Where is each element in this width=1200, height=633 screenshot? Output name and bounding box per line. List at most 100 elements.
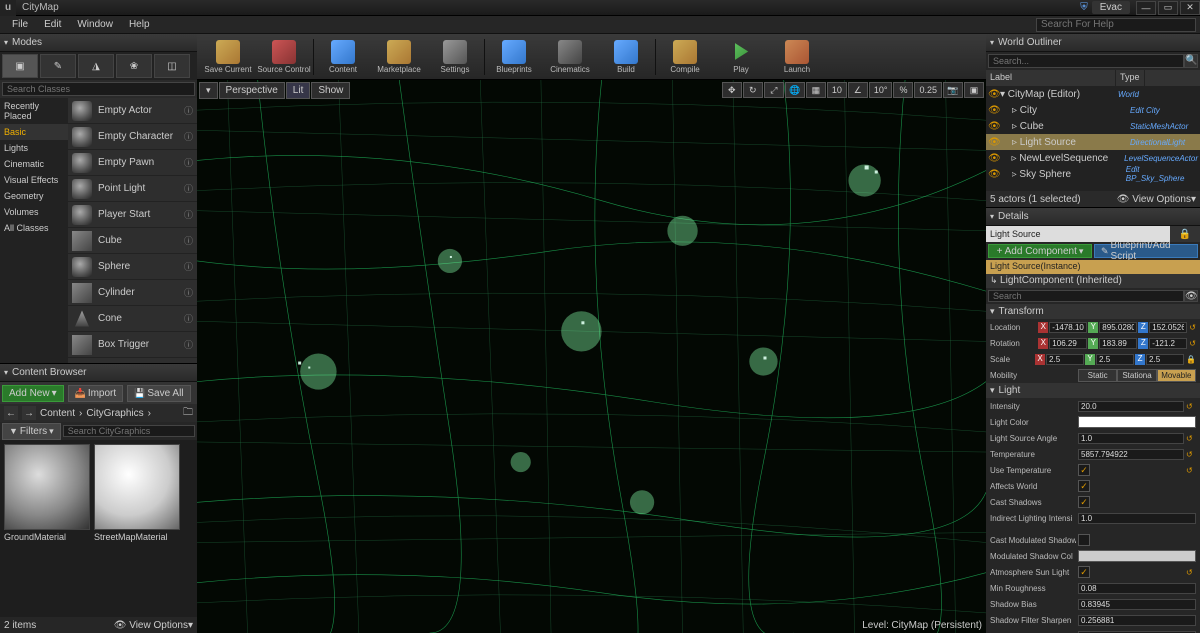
- menu-file[interactable]: File: [4, 19, 36, 30]
- marketplace-button[interactable]: Marketplace: [372, 36, 426, 78]
- loc-z[interactable]: [1149, 322, 1187, 333]
- content-button[interactable]: Content: [316, 36, 370, 78]
- cat-recent[interactable]: Recently Placed: [0, 98, 68, 124]
- scale-snap-value[interactable]: 0.25: [914, 82, 942, 98]
- folder-tree-icon[interactable]: 🗀: [183, 405, 193, 422]
- loc-x[interactable]: [1049, 322, 1087, 333]
- foliage-mode-icon[interactable]: ❀: [116, 54, 152, 78]
- cat-basic[interactable]: Basic: [0, 124, 68, 140]
- affects-world-checkbox[interactable]: [1078, 480, 1090, 492]
- perspective-button[interactable]: Perspective: [219, 82, 285, 99]
- details-options-icon[interactable]: 👁: [1184, 290, 1198, 302]
- component-instance[interactable]: Light Source(Instance): [986, 260, 1200, 274]
- item-empty-pawn[interactable]: Empty Pawnⓘ: [68, 150, 197, 176]
- source-angle-input[interactable]: [1078, 433, 1184, 444]
- cast-shadows-checkbox[interactable]: [1078, 496, 1090, 508]
- settings-button[interactable]: Settings: [428, 36, 482, 78]
- item-sphere[interactable]: Sphereⓘ: [68, 254, 197, 280]
- cat-volumes[interactable]: Volumes: [0, 204, 68, 220]
- outliner-row[interactable]: 👁▹ NewLevelSequenceLevelSequenceActor: [986, 150, 1200, 166]
- add-new-button[interactable]: Add New▾: [2, 385, 64, 402]
- item-empty-actor[interactable]: Empty Actorⓘ: [68, 98, 197, 124]
- show-button[interactable]: Show: [311, 82, 350, 99]
- grid-snap-value[interactable]: 10: [827, 82, 847, 98]
- item-player-start[interactable]: Player Startⓘ: [68, 202, 197, 228]
- landscape-mode-icon[interactable]: ◮: [78, 54, 114, 78]
- compile-button[interactable]: Compile: [658, 36, 712, 78]
- menu-edit[interactable]: Edit: [36, 19, 69, 30]
- outliner-search-input[interactable]: [988, 54, 1184, 68]
- col-label[interactable]: Label: [986, 70, 1116, 86]
- save-current-button[interactable]: Save Current: [201, 36, 255, 78]
- cinematics-button[interactable]: Cinematics: [543, 36, 597, 78]
- use-temp-checkbox[interactable]: [1078, 464, 1090, 476]
- search-classes-input[interactable]: [2, 82, 195, 96]
- place-mode-icon[interactable]: ▣: [2, 54, 38, 78]
- temperature-input[interactable]: [1078, 449, 1184, 460]
- transform-move-icon[interactable]: ✥: [722, 82, 742, 98]
- play-button[interactable]: Play: [714, 36, 768, 78]
- outliner-row[interactable]: 👁▹ Light SourceDirectionalLight: [986, 134, 1200, 150]
- coord-space-icon[interactable]: 🌐: [785, 82, 805, 98]
- close-button[interactable]: ✕: [1180, 1, 1200, 15]
- outliner-row[interactable]: 👁▹ CubeStaticMeshActor: [986, 118, 1200, 134]
- maximize-viewport-icon[interactable]: ▣: [964, 82, 984, 98]
- transform-rotate-icon[interactable]: ↻: [743, 82, 763, 98]
- scl-y[interactable]: [1096, 354, 1134, 365]
- nav-fwd-icon[interactable]: →: [22, 406, 36, 420]
- geometry-mode-icon[interactable]: ◫: [154, 54, 190, 78]
- item-cone[interactable]: Coneⓘ: [68, 306, 197, 332]
- scale-snap-icon[interactable]: %: [893, 82, 913, 98]
- item-empty-character[interactable]: Empty Characterⓘ: [68, 124, 197, 150]
- shadow-bias-input[interactable]: [1078, 599, 1196, 610]
- col-type[interactable]: Type: [1116, 70, 1145, 86]
- item-box-trigger[interactable]: Box Triggerⓘ: [68, 332, 197, 358]
- minimize-button[interactable]: —: [1136, 1, 1156, 15]
- item-cylinder[interactable]: Cylinderⓘ: [68, 280, 197, 306]
- intensity-input[interactable]: [1078, 401, 1184, 412]
- angle-snap-icon[interactable]: ∠: [848, 82, 868, 98]
- angle-snap-value[interactable]: 10°: [869, 82, 893, 98]
- filter-sharpen-input[interactable]: [1078, 615, 1196, 626]
- path-folder[interactable]: CityGraphics: [86, 408, 143, 419]
- mobility-toggle[interactable]: StaticStationaMovable: [1078, 369, 1196, 382]
- outliner-row[interactable]: 👁▾ CityMap (Editor)World: [986, 86, 1200, 102]
- atmo-checkbox[interactable]: [1078, 566, 1090, 578]
- source-control-button[interactable]: Source Control: [257, 36, 311, 78]
- mod-color-swatch[interactable]: [1078, 550, 1196, 562]
- save-all-button[interactable]: 💾 Save All: [127, 385, 190, 402]
- viewport[interactable]: ▾ Perspective Lit Show ✥ ↻ ⤢ 🌐 ▦ 10 ∠ 10…: [197, 80, 986, 633]
- blueprints-button[interactable]: Blueprints: [487, 36, 541, 78]
- cat-vfx[interactable]: Visual Effects: [0, 172, 68, 188]
- cast-mod-checkbox[interactable]: [1078, 534, 1090, 546]
- path-content[interactable]: Content: [40, 408, 75, 419]
- section-transform[interactable]: ▾ Transform: [986, 304, 1200, 319]
- search-help-input[interactable]: [1036, 18, 1196, 32]
- cat-cinematic[interactable]: Cinematic: [0, 156, 68, 172]
- light-color-swatch[interactable]: [1078, 416, 1196, 428]
- lit-button[interactable]: Lit: [286, 82, 311, 99]
- outliner-row[interactable]: 👁▹ CityEdit City: [986, 102, 1200, 118]
- project-name[interactable]: Evac: [1092, 1, 1130, 14]
- outliner-row[interactable]: 👁▹ Sky SphereEdit BP_Sky_Sphere: [986, 166, 1200, 182]
- menu-window[interactable]: Window: [69, 19, 121, 30]
- details-search-input[interactable]: [988, 290, 1184, 302]
- asset-ground-material[interactable]: GroundMaterial: [4, 444, 90, 544]
- search-assets-input[interactable]: [63, 425, 195, 437]
- transform-scale-icon[interactable]: ⤢: [764, 82, 784, 98]
- paint-mode-icon[interactable]: ✎: [40, 54, 76, 78]
- surface-snap-icon[interactable]: ▦: [806, 82, 826, 98]
- cat-all[interactable]: All Classes: [0, 220, 68, 236]
- blueprint-button[interactable]: ✎ Blueprint/Add Script: [1094, 244, 1198, 258]
- item-cube[interactable]: Cubeⓘ: [68, 228, 197, 254]
- import-button[interactable]: 📥 Import: [68, 385, 124, 402]
- cat-geometry[interactable]: Geometry: [0, 188, 68, 204]
- rot-z[interactable]: [1149, 338, 1187, 349]
- launch-button[interactable]: Launch: [770, 36, 824, 78]
- scl-x[interactable]: [1046, 354, 1084, 365]
- maximize-button[interactable]: ▭: [1158, 1, 1178, 15]
- menu-help[interactable]: Help: [121, 19, 158, 30]
- viewport-menu-icon[interactable]: ▾: [199, 82, 218, 99]
- outliner-view-options[interactable]: 👁 View Options▾: [1117, 194, 1196, 205]
- loc-y[interactable]: [1099, 322, 1137, 333]
